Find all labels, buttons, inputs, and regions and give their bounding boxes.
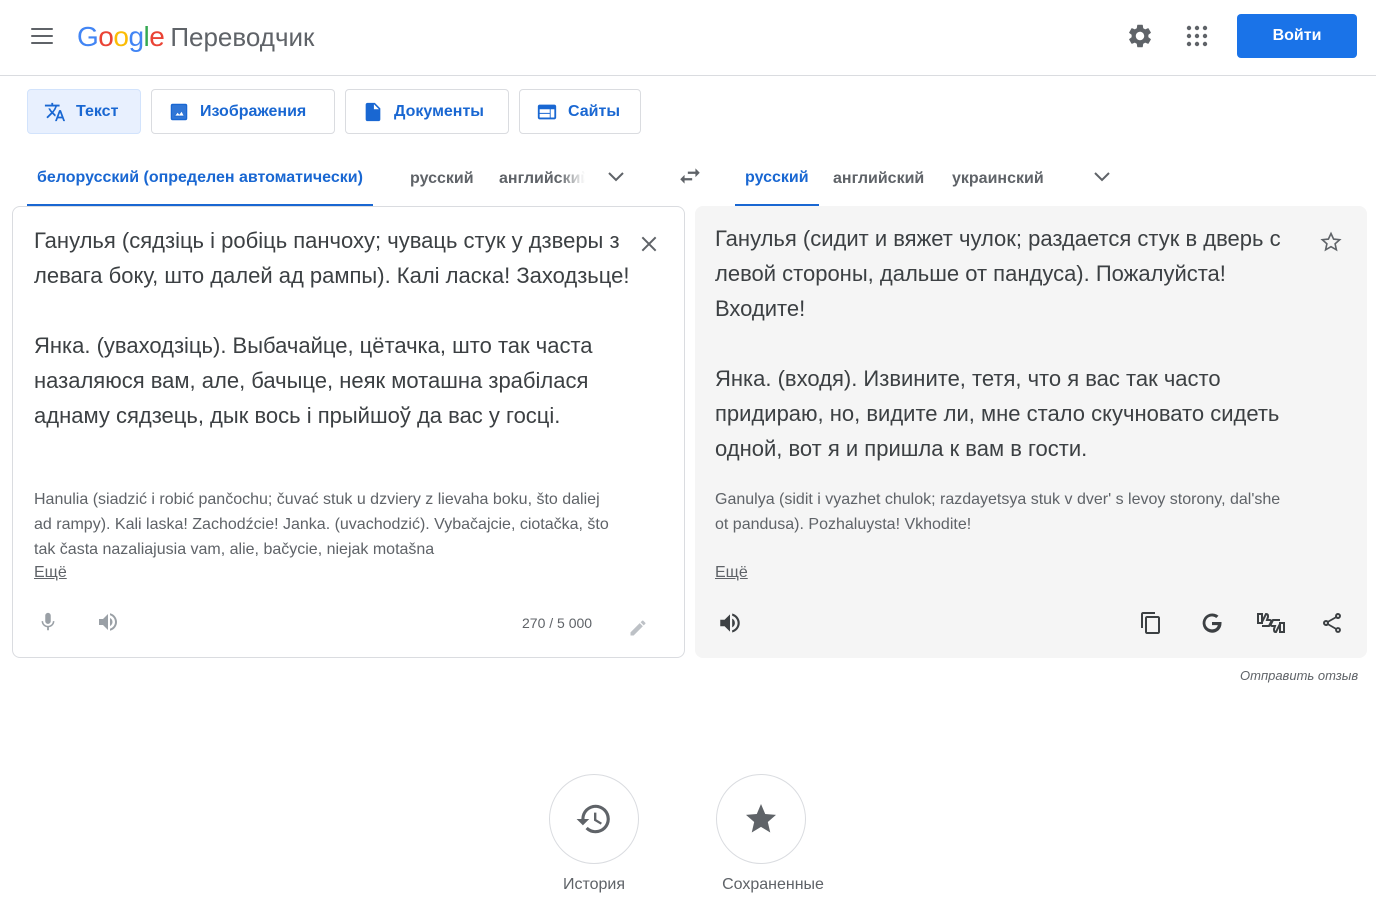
signin-button[interactable]: Войти xyxy=(1237,14,1357,58)
translation-transliteration: Ganulya (sidit i vyazhet chulok; razdaye… xyxy=(715,491,1281,533)
tab-images-label: Изображения xyxy=(200,102,307,120)
source-lang-detected[interactable]: белорусский (определен автоматически) xyxy=(27,152,373,206)
translation-panel: Ганулья (сидит и вяжет чулок; раздается … xyxy=(695,206,1367,658)
source-transliteration: Hanulia (siadzić i robić pančochu; čuvać… xyxy=(34,491,609,558)
tab-websites[interactable]: Сайты xyxy=(519,89,641,134)
website-icon xyxy=(537,104,557,119)
top-bar: Google Переводчик Войти xyxy=(0,0,1376,76)
tab-documents[interactable]: Документы xyxy=(345,89,509,134)
google-search-g-icon[interactable] xyxy=(1195,606,1229,640)
rate-translation-icon[interactable] xyxy=(1254,606,1288,640)
target-lang-russian[interactable]: русский xyxy=(735,152,819,206)
source-lang-english[interactable]: английский xyxy=(499,152,585,206)
edit-pencil-icon[interactable] xyxy=(625,615,651,641)
history-icon xyxy=(576,804,610,834)
source-lang-russian[interactable]: русский xyxy=(410,152,474,206)
swap-languages-icon[interactable] xyxy=(672,158,708,194)
document-icon xyxy=(365,102,381,121)
translate-icon xyxy=(44,102,66,121)
target-lang-ukrainian[interactable]: украинский xyxy=(952,152,1044,206)
tab-websites-label: Сайты xyxy=(568,102,620,120)
target-more-link[interactable]: Ещё xyxy=(715,564,748,582)
translation-listen-icon[interactable] xyxy=(713,606,747,640)
target-lang-dropdown-icon[interactable] xyxy=(1086,160,1118,192)
main-menu-icon[interactable] xyxy=(22,16,62,56)
history-label[interactable]: История xyxy=(549,876,639,894)
image-icon xyxy=(170,103,188,120)
saved-label[interactable]: Сохраненные xyxy=(706,876,840,894)
share-icon[interactable] xyxy=(1315,606,1349,640)
copy-translation-icon[interactable] xyxy=(1134,606,1168,640)
source-more-link[interactable]: Ещё xyxy=(34,564,67,582)
google-translate-logo[interactable]: Google Переводчик xyxy=(77,20,314,54)
save-translation-star-icon[interactable] xyxy=(1315,226,1347,258)
translation-text: Ганулья (сидит и вяжет чулок; раздается … xyxy=(715,226,1281,461)
tab-images[interactable]: Изображения xyxy=(151,89,335,134)
microphone-icon[interactable] xyxy=(31,605,65,639)
source-text-input[interactable]: Ганулья (сядзіць і робіць панчоху; чувац… xyxy=(34,223,634,433)
settings-gear-icon[interactable] xyxy=(1120,16,1160,56)
tab-documents-label: Документы xyxy=(394,102,484,120)
send-feedback-link[interactable]: Отправить отзыв xyxy=(1240,668,1358,683)
history-button[interactable] xyxy=(549,774,639,864)
saved-button[interactable] xyxy=(716,774,806,864)
tab-text-label: Текст xyxy=(76,102,119,120)
tab-text[interactable]: Текст xyxy=(27,89,141,134)
source-text-panel: Ганулья (сядзіць і робіць панчоху; чувац… xyxy=(12,206,685,658)
source-listen-icon[interactable] xyxy=(91,605,125,639)
target-lang-english[interactable]: английский xyxy=(833,152,924,206)
apps-grid-icon[interactable] xyxy=(1177,16,1217,56)
star-icon xyxy=(746,804,776,833)
product-name: Переводчик xyxy=(170,22,315,52)
source-lang-dropdown-icon[interactable] xyxy=(600,160,632,192)
clear-text-icon[interactable] xyxy=(632,227,666,261)
character-count: 270 / 5 000 xyxy=(522,615,593,631)
